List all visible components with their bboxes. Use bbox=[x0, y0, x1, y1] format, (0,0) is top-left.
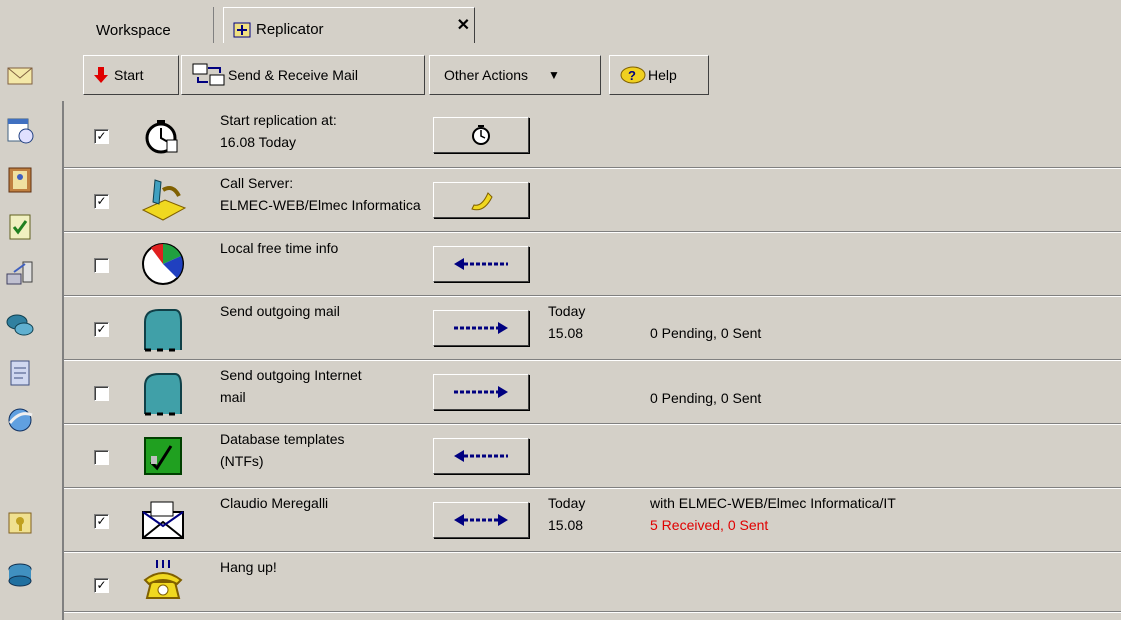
tab-workspace[interactable]: Workspace bbox=[84, 7, 214, 43]
list-item: Send outgoing Internet mail 0 Pending, 0 … bbox=[64, 362, 1121, 425]
replication-list: ✓ Start replication at: 16.08 Today ✓ Cal… bbox=[62, 101, 1121, 620]
start-button[interactable]: Start bbox=[83, 55, 179, 95]
todo-bookmark-icon[interactable] bbox=[5, 212, 35, 242]
arrow-right-icon bbox=[454, 386, 508, 398]
row-checkbox[interactable]: ✓ bbox=[94, 514, 109, 529]
list-item: ✓ Start replication at: 16.08 Today bbox=[64, 104, 1121, 169]
send-receive-button[interactable]: Send & Receive Mail bbox=[181, 55, 425, 95]
database-bookmark-icon[interactable] bbox=[5, 560, 35, 590]
receive-templates-button[interactable] bbox=[433, 438, 529, 474]
red-arrow-down-icon bbox=[94, 67, 108, 83]
row-label: Send outgoing Internet mail bbox=[220, 367, 362, 405]
row-label: Claudio Meregalli bbox=[220, 495, 329, 511]
row-label: Hang up! bbox=[220, 559, 277, 575]
internet-bookmark-icon[interactable] bbox=[5, 405, 35, 435]
row-label: Database templates (NTFs) bbox=[220, 431, 345, 469]
list-item: ✓ Claudio Meregalli Today 15.08 with ELME… bbox=[64, 490, 1121, 553]
close-tab-button[interactable]: ✕ bbox=[457, 4, 470, 48]
send-internet-button[interactable] bbox=[433, 374, 529, 410]
arrow-left-icon bbox=[454, 258, 508, 270]
phone-icon bbox=[471, 192, 493, 211]
row-status: 0 Pending, 0 Sent bbox=[650, 325, 762, 341]
last-replicated: Today 15.08 bbox=[548, 303, 586, 341]
replicator-tab-icon bbox=[233, 22, 251, 38]
send-button[interactable] bbox=[433, 310, 529, 346]
svg-text:?: ? bbox=[628, 68, 636, 83]
clock-icon bbox=[472, 125, 490, 145]
tab-replicator[interactable]: Replicator ✕ bbox=[223, 7, 475, 43]
row-label: Call Server: ELMEC-WEB/Elmec Informatica bbox=[220, 175, 421, 213]
hangup-phone-icon bbox=[143, 560, 183, 599]
row-checkbox[interactable]: ✓ bbox=[94, 194, 109, 209]
send-receive-icon bbox=[192, 63, 225, 86]
pie-chart-icon bbox=[142, 243, 184, 285]
arrow-right-icon bbox=[454, 322, 508, 334]
receive-button[interactable] bbox=[433, 246, 529, 282]
address-book-bookmark-icon[interactable] bbox=[5, 165, 35, 195]
bookmark-bar bbox=[0, 0, 40, 620]
mail-bookmark-icon[interactable] bbox=[5, 60, 35, 90]
help-button[interactable]: ? Help bbox=[609, 55, 709, 95]
mailbox-icon bbox=[144, 309, 182, 352]
last-replicated: Today 15.08 bbox=[548, 495, 586, 533]
row-label: Local free time info bbox=[220, 240, 339, 256]
other-actions-dropdown[interactable]: Other Actions ▼ bbox=[429, 55, 601, 95]
arrow-left-icon bbox=[454, 450, 508, 462]
replicator-bookmark-icon[interactable] bbox=[5, 258, 35, 288]
list-item: ✓ Hang up! bbox=[64, 554, 1121, 613]
row-checkbox[interactable]: ✓ bbox=[94, 578, 109, 593]
row-status: with ELMEC-WEB/Elmec Informatica/IT 5 Rec… bbox=[650, 495, 896, 533]
chevron-down-icon: ▼ bbox=[548, 68, 560, 82]
row-checkbox[interactable] bbox=[94, 450, 109, 465]
call-server-icon bbox=[141, 179, 187, 221]
discussion-bookmark-icon[interactable] bbox=[5, 310, 35, 340]
row-label: Send outgoing mail bbox=[220, 303, 340, 319]
template-icon bbox=[144, 437, 182, 475]
row-label: Start replication at: 16.08 Today bbox=[220, 112, 337, 150]
sync-button[interactable] bbox=[433, 502, 529, 538]
row-checkbox[interactable]: ✓ bbox=[94, 322, 109, 337]
envelope-icon bbox=[142, 501, 184, 539]
row-status: 0 Pending, 0 Sent bbox=[650, 390, 762, 406]
key-bookmark-icon[interactable] bbox=[5, 508, 35, 538]
mailbox-icon bbox=[144, 373, 182, 416]
arrow-both-icon bbox=[454, 514, 508, 526]
help-icon: ? bbox=[620, 66, 646, 84]
row-checkbox[interactable]: ✓ bbox=[94, 129, 109, 144]
call-button[interactable] bbox=[433, 182, 529, 218]
clock-icon bbox=[145, 120, 178, 154]
list-item: Database templates (NTFs) bbox=[64, 426, 1121, 489]
row-checkbox[interactable] bbox=[94, 258, 109, 273]
row-checkbox[interactable] bbox=[94, 386, 109, 401]
list-item: Local free time info bbox=[64, 234, 1121, 297]
calendar-bookmark-icon[interactable] bbox=[5, 115, 35, 145]
list-item: ✓ Send outgoing mail Today 15.08 0 Pendin… bbox=[64, 298, 1121, 361]
list-item: ✓ Call Server: ELMEC-WEB/Elmec Informatic… bbox=[64, 170, 1121, 233]
schedule-button[interactable] bbox=[433, 117, 529, 153]
documents-bookmark-icon[interactable] bbox=[5, 358, 35, 388]
